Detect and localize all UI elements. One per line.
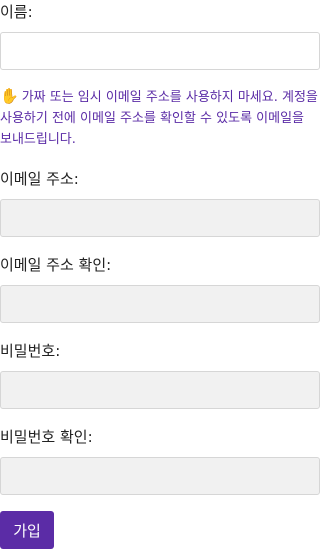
name-input[interactable] [0,32,320,70]
password-confirm-input[interactable] [0,457,320,495]
email-confirm-label: 이메일 주소 확인: [0,256,112,274]
password-input[interactable] [0,371,320,409]
signup-button[interactable]: 가입 [0,511,54,549]
raised-hand-icon: ✋ [0,87,19,105]
name-label: 이름: [0,3,33,21]
email-confirm-input[interactable] [0,285,320,323]
signup-form: 이름: ✋ 가짜 또는 임시 이메일 주소를 사용하지 마세요. 계정을 사용하기… [0,0,320,549]
password-label: 비밀번호: [0,342,61,360]
email-input[interactable] [0,199,320,237]
email-notice: ✋ 가짜 또는 임시 이메일 주소를 사용하지 마세요. 계정을 사용하기 전에 … [0,86,320,150]
email-notice-text: 가짜 또는 임시 이메일 주소를 사용하지 마세요. 계정을 사용하기 전에 이… [0,90,318,147]
email-label: 이메일 주소: [0,170,79,188]
password-confirm-label: 비밀번호 확인: [0,428,93,446]
